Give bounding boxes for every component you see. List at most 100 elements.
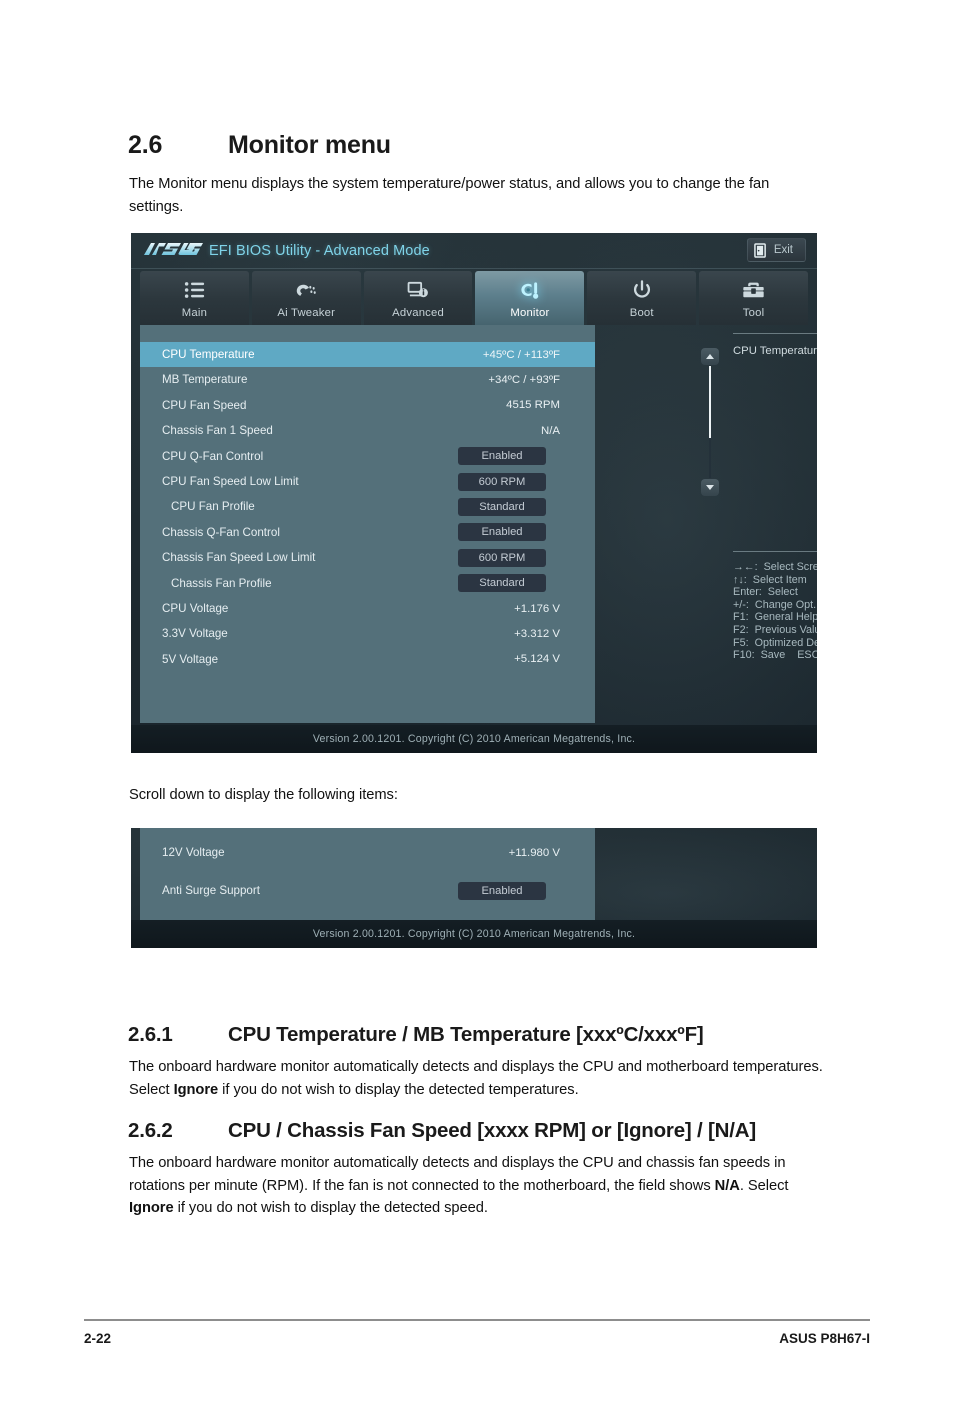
s262-bold-ignore: Ignore: [129, 1200, 174, 1216]
scroll-note: Scroll down to display the following ite…: [129, 787, 398, 803]
setting-row[interactable]: Chassis Fan Profile Standard: [140, 571, 595, 596]
setting-value-button[interactable]: Enabled: [458, 523, 546, 542]
setting-value-button[interactable]: 600 RPM: [458, 472, 546, 491]
help-key-line: F5: Optimized Defaults: [733, 636, 817, 649]
intro-paragraph: The Monitor menu displays the system tem…: [129, 176, 770, 215]
help-key-line: F1: General Help: [733, 611, 817, 624]
version-bar-2: Version 2.00.1201. Copyright (C) 2010 Am…: [131, 920, 817, 948]
help-title: CPU Temperature: [733, 345, 817, 357]
setting-row[interactable]: 5V Voltage +5.124 V: [140, 647, 595, 672]
exit-door-icon: [754, 242, 766, 258]
subsection-261-number: 2.6.1: [128, 1023, 173, 1046]
scrollbar-thumb[interactable]: [709, 366, 711, 438]
tab-label: Tool: [742, 307, 765, 319]
setting-row[interactable]: CPU Temperature +45ºC / +113ºF: [140, 342, 595, 367]
s262-text-mid: . Select: [739, 1177, 789, 1194]
setting-row[interactable]: CPU Voltage +1.176 V: [140, 596, 595, 621]
setting-row[interactable]: Chassis Fan Speed Low Limit 600 RPM: [140, 545, 595, 570]
setting-value-text: +5.124 V: [514, 653, 560, 666]
setting-value-text: +3.312 V: [514, 627, 560, 640]
power-icon: [632, 278, 652, 302]
subsection-262-number: 2.6.2: [128, 1119, 173, 1142]
scroll-up-button[interactable]: [701, 348, 719, 365]
setting-row[interactable]: CPU Fan Profile Standard: [140, 494, 595, 519]
footer-divider: [84, 1319, 870, 1321]
tab-label: Monitor: [510, 307, 550, 319]
s262-text-a: The onboard hardware monitor automatical…: [129, 1155, 786, 1194]
help-divider-top: [733, 333, 817, 334]
setting-row[interactable]: 3.3V Voltage +3.312 V: [140, 621, 595, 646]
help-divider-bottom: [733, 551, 817, 552]
s262-text-b: if you do not wish to display the detect…: [173, 1200, 488, 1216]
page-title: 2.6 Monitor menu: [128, 131, 391, 160]
setting-value-text: N/A: [541, 424, 560, 437]
product-name: ASUS P8H67-I: [779, 1331, 870, 1346]
setting-row[interactable]: Chassis Q-Fan Control Enabled: [140, 520, 595, 545]
setting-value-text: +11.980 V: [508, 846, 560, 859]
asus-logo-icon: [144, 242, 204, 259]
thermometer-icon: [518, 278, 541, 302]
setting-row[interactable]: Chassis Fan 1 Speed N/A: [140, 418, 595, 443]
exit-button-label: Exit: [773, 244, 793, 256]
settings-list-panel-2: 12V Voltage +11.980 V Anti Surge Support En…: [140, 828, 595, 926]
help-panel: CPU Temperature →←: Select Screen↑↓: Sel…: [733, 333, 817, 723]
setting-value-button[interactable]: Enabled: [458, 447, 546, 466]
help-key-line: Enter: Select: [733, 586, 798, 599]
subsection-262-title: 2.6.2 CPU / Chassis Fan Speed [xxxx RPM] …: [128, 1119, 756, 1143]
setting-label: CPU Fan Speed Low Limit: [162, 475, 299, 488]
setting-row[interactable]: CPU Fan Speed 4515 RPM: [140, 393, 595, 418]
section-number: 2.6: [128, 131, 163, 159]
help-key-line: ↑↓: Select Item: [733, 573, 807, 586]
version-text: Version 2.00.1201. Copyright (C) 2010 Am…: [312, 733, 636, 745]
subsection-262-heading: CPU / Chassis Fan Speed [xxxx RPM] or [I…: [228, 1119, 756, 1142]
tweak-icon: [295, 278, 318, 302]
subsection-261-title: 2.6.1 CPU Temperature / MB Temperature [x…: [128, 1023, 704, 1047]
chevron-up-icon: [706, 354, 714, 359]
section-title: Monitor menu: [228, 131, 391, 159]
manual-page: 2.6 Monitor menu The Monitor menu display…: [0, 0, 954, 1418]
setting-label: Anti Surge Support: [162, 884, 260, 897]
setting-value-text: +45ºC / +113ºF: [482, 348, 560, 361]
setting-row[interactable]: 12V Voltage +11.980 V: [140, 840, 595, 865]
bios-screenshot-scrolled: 12V Voltage +11.980 V Anti Surge Support En…: [131, 828, 817, 948]
setting-value-button[interactable]: Enabled: [458, 881, 546, 900]
tab-monitor[interactable]: Monitor: [475, 271, 585, 325]
setting-label: CPU Fan Profile: [171, 500, 255, 514]
help-key-line: F10: Save ESC: Exit: [733, 649, 817, 662]
setting-value-button[interactable]: 600 RPM: [458, 548, 546, 567]
tab-label: Ai Tweaker: [277, 307, 336, 319]
version-bar: Version 2.00.1201. Copyright (C) 2010 Am…: [131, 725, 817, 753]
tab-label: Boot: [629, 307, 654, 319]
chevron-down-icon: [706, 485, 714, 490]
subsection-262-body: The onboard hardware monitor automatical…: [129, 1152, 829, 1220]
subsection-261-body: The onboard hardware monitor automatical…: [129, 1056, 829, 1101]
setting-label: CPU Q-Fan Control: [162, 449, 264, 463]
setting-value-button[interactable]: Standard: [458, 574, 546, 593]
exit-button[interactable]: Exit: [746, 238, 806, 262]
tab-label: Main: [181, 307, 208, 319]
s262-bold-na: N/A: [714, 1177, 740, 1194]
list-icon: [184, 278, 205, 302]
tab-tool[interactable]: Tool: [699, 271, 808, 325]
help-key-line: F2: Previous Values: [733, 623, 817, 636]
setting-value-text: 4515 RPM: [506, 399, 560, 412]
setting-row[interactable]: CPU Fan Speed Low Limit 600 RPM: [140, 469, 595, 494]
list-scrollbar[interactable]: [701, 348, 719, 496]
setting-value-button[interactable]: Standard: [458, 497, 546, 516]
subsection-261-heading: CPU Temperature / MB Temperature [xxxºC/…: [228, 1023, 704, 1046]
bios-titlebar: EFI BIOS Utility - Advanced Mode Exit: [131, 233, 817, 269]
toolbox-icon: [742, 278, 765, 302]
tab-main[interactable]: Main: [140, 271, 249, 325]
advanced-icon: [407, 278, 429, 302]
setting-value-text: +1.176 V: [514, 602, 560, 615]
help-key-line: →←: Select Screen: [733, 561, 817, 573]
scroll-down-button[interactable]: [701, 479, 719, 496]
setting-row[interactable]: Anti Surge Support Enabled: [140, 878, 595, 903]
tab-advanced[interactable]: Advanced: [363, 271, 473, 325]
tab-boot[interactable]: Boot: [587, 271, 697, 325]
tab-ai-tweaker[interactable]: Ai Tweaker: [251, 271, 361, 325]
setting-row[interactable]: MB Temperature +34ºC / +93ºF: [140, 367, 595, 392]
version-text-2: Version 2.00.1201. Copyright (C) 2010 Am…: [312, 928, 636, 940]
help-keys: →←: Select Screen↑↓: Select ItemEnter: S…: [733, 551, 817, 662]
setting-row[interactable]: CPU Q-Fan Control Enabled: [140, 444, 595, 469]
